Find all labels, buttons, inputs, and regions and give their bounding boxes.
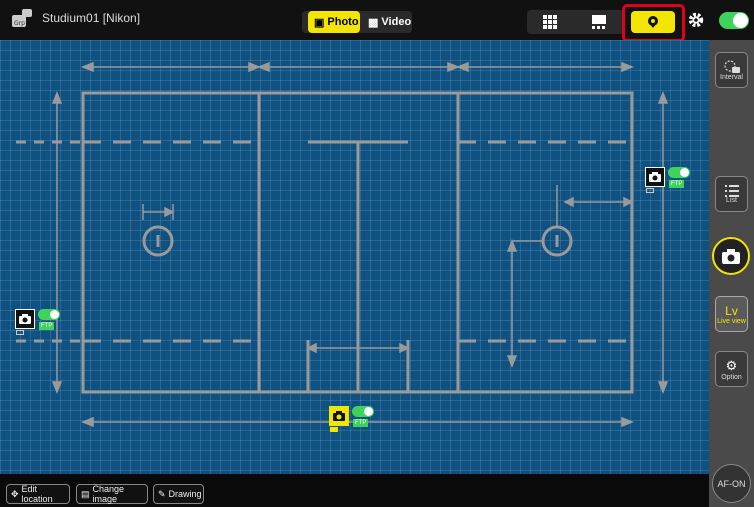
ftp-badge: FTP bbox=[39, 322, 55, 330]
location-map-canvas[interactable]: FTP FTP FTP bbox=[0, 40, 709, 474]
option-label: Option bbox=[721, 373, 742, 381]
af-on-label: AF-ON bbox=[717, 478, 746, 489]
camera-icon bbox=[645, 167, 665, 187]
grid-view-button[interactable] bbox=[530, 10, 570, 34]
gears-icon: ⚙ bbox=[725, 357, 738, 373]
interval-button[interactable]: Interval bbox=[715, 52, 748, 88]
list-label: List bbox=[726, 196, 737, 204]
lens-indicator bbox=[330, 427, 338, 432]
master-toggle[interactable] bbox=[719, 12, 749, 29]
camera-toggle[interactable] bbox=[668, 167, 690, 178]
view-switch bbox=[527, 10, 624, 34]
move-icon: ✥ bbox=[11, 488, 19, 499]
image-icon: ▤ bbox=[81, 488, 90, 499]
photo-mode-button[interactable]: ▣ Photo bbox=[308, 11, 360, 33]
live-view-label: Live view bbox=[717, 317, 746, 325]
lens-indicator bbox=[646, 188, 654, 193]
video-label: Video bbox=[381, 16, 412, 28]
camera-toggle[interactable] bbox=[352, 406, 374, 417]
video-camera-icon: ▩ bbox=[368, 16, 379, 29]
shutter-button[interactable] bbox=[712, 237, 750, 275]
camera-icon bbox=[722, 248, 740, 264]
live-view-icon-label: Lv bbox=[725, 303, 738, 318]
drawing-button[interactable]: ✎ Drawing bbox=[153, 484, 204, 504]
camera-icon bbox=[329, 406, 349, 426]
ftp-badge: FTP bbox=[669, 180, 685, 188]
toggle-knob bbox=[733, 13, 748, 28]
top-toolbar: Grp Studium01 [Nikon] ▣ Photo ▩ Video bbox=[0, 0, 754, 42]
change-image-button[interactable]: ▤ Change image bbox=[76, 484, 148, 504]
pencil-icon: ✎ bbox=[158, 488, 166, 499]
svg-text:Grp: Grp bbox=[14, 20, 25, 27]
camera-group-icon[interactable]: Grp bbox=[10, 7, 34, 31]
edit-location-label: Edit location bbox=[21, 484, 53, 504]
camera-icon: ▣ bbox=[314, 16, 325, 29]
mode-switch: ▣ Photo ▩ Video bbox=[302, 11, 412, 33]
single-view-button[interactable] bbox=[579, 10, 619, 34]
ftp-badge: FTP bbox=[353, 419, 369, 427]
edit-location-button[interactable]: ✥ Edit location bbox=[6, 484, 70, 504]
live-view-button[interactable]: Lv Live view bbox=[715, 296, 748, 332]
drawing-label: Drawing bbox=[168, 489, 202, 499]
right-sidebar: Interval List Lv Live view ⚙ Option AF-O… bbox=[709, 40, 754, 507]
option-button[interactable]: ⚙ Option bbox=[715, 351, 748, 387]
lens-indicator bbox=[16, 330, 24, 335]
settings-gear-icon[interactable] bbox=[687, 11, 705, 29]
change-image-label: Change image bbox=[92, 484, 125, 504]
video-mode-button[interactable]: ▩ Video bbox=[362, 11, 412, 33]
af-on-button[interactable]: AF-ON bbox=[712, 464, 751, 503]
window-title: Studium01 [Nikon] bbox=[42, 11, 141, 25]
interval-label: Interval bbox=[720, 73, 743, 81]
single-view-icon bbox=[592, 15, 606, 29]
bottom-toolbar: ✥ Edit location ▤ Change image ✎ Drawing bbox=[0, 474, 709, 507]
list-button[interactable]: List bbox=[715, 176, 748, 212]
interval-timer-icon bbox=[723, 59, 740, 73]
camera-toggle[interactable] bbox=[38, 309, 60, 320]
camera-icon bbox=[15, 309, 35, 329]
photo-label: Photo bbox=[327, 16, 359, 28]
grid-icon bbox=[543, 15, 557, 29]
map-view-highlight bbox=[622, 4, 685, 42]
list-icon bbox=[724, 184, 739, 197]
